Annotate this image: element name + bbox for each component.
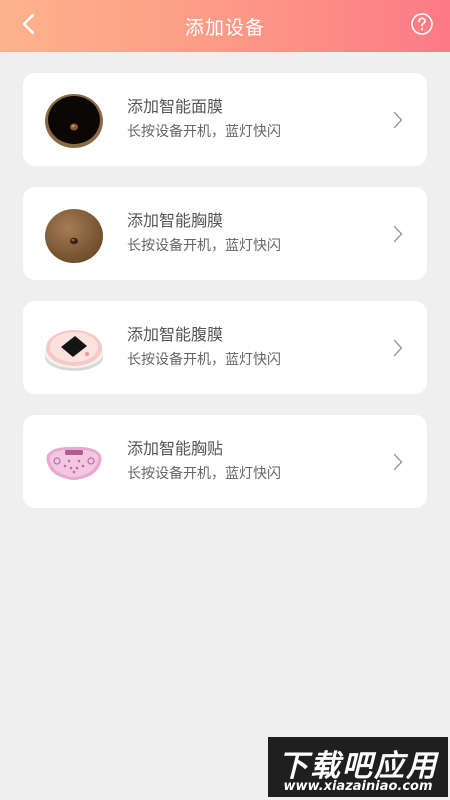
watermark: 下载吧应用 www.xiazainiao.com: [268, 737, 448, 797]
chest-patch-device-icon: [43, 433, 105, 493]
chevron-right-icon: [391, 337, 405, 359]
page-title: 添加设备: [184, 16, 265, 39]
device-hint: 长按设备开机，蓝灯快闪: [127, 124, 281, 140]
device-list: 添加智能面膜 长按设备开机，蓝灯快闪 添加智能胸膜 长按设备开机，蓝灯快闪 添加…: [23, 73, 427, 529]
chest-mask-device-icon: [43, 205, 105, 265]
header-bar: 添加设备: [0, 0, 450, 52]
device-name: 添加智能胸膜: [127, 211, 224, 230]
back-button[interactable]: [14, 12, 42, 40]
face-mask-device-icon: [43, 91, 105, 151]
chevron-right-icon: [391, 109, 405, 131]
device-card-texts: 添加智能面膜 长按设备开机，蓝灯快闪: [127, 97, 281, 141]
help-icon: [410, 12, 434, 40]
device-name: 添加智能胸贴: [127, 439, 224, 458]
watermark-url: www.xiazainiao.com: [283, 779, 433, 794]
device-hint: 长按设备开机，蓝灯快闪: [127, 238, 281, 254]
device-card-abdomen-mask[interactable]: 添加智能腹膜 长按设备开机，蓝灯快闪: [23, 301, 427, 394]
chevron-right-icon: [391, 223, 405, 245]
abdomen-mask-device-icon: [43, 319, 105, 379]
page: 添加设备 添加智能面膜 长按设备开机，蓝灯快闪 添加智能胸膜 长按设备开机，蓝灯…: [0, 0, 450, 800]
chevron-right-icon: [391, 451, 405, 473]
device-card-texts: 添加智能胸贴 长按设备开机，蓝灯快闪: [127, 439, 281, 483]
device-name: 添加智能腹膜: [127, 325, 224, 344]
device-name: 添加智能面膜: [127, 97, 224, 116]
chevron-left-icon: [21, 13, 35, 39]
device-card-chest-patch[interactable]: 添加智能胸贴 长按设备开机，蓝灯快闪: [23, 415, 427, 508]
device-hint: 长按设备开机，蓝灯快闪: [127, 466, 281, 482]
device-card-texts: 添加智能胸膜 长按设备开机，蓝灯快闪: [127, 211, 281, 255]
device-card-chest-mask[interactable]: 添加智能胸膜 长按设备开机，蓝灯快闪: [23, 187, 427, 280]
device-card-face-mask[interactable]: 添加智能面膜 长按设备开机，蓝灯快闪: [23, 73, 427, 166]
device-hint: 长按设备开机，蓝灯快闪: [127, 352, 281, 368]
help-button[interactable]: [410, 12, 434, 40]
device-card-texts: 添加智能腹膜 长按设备开机，蓝灯快闪: [127, 325, 281, 369]
